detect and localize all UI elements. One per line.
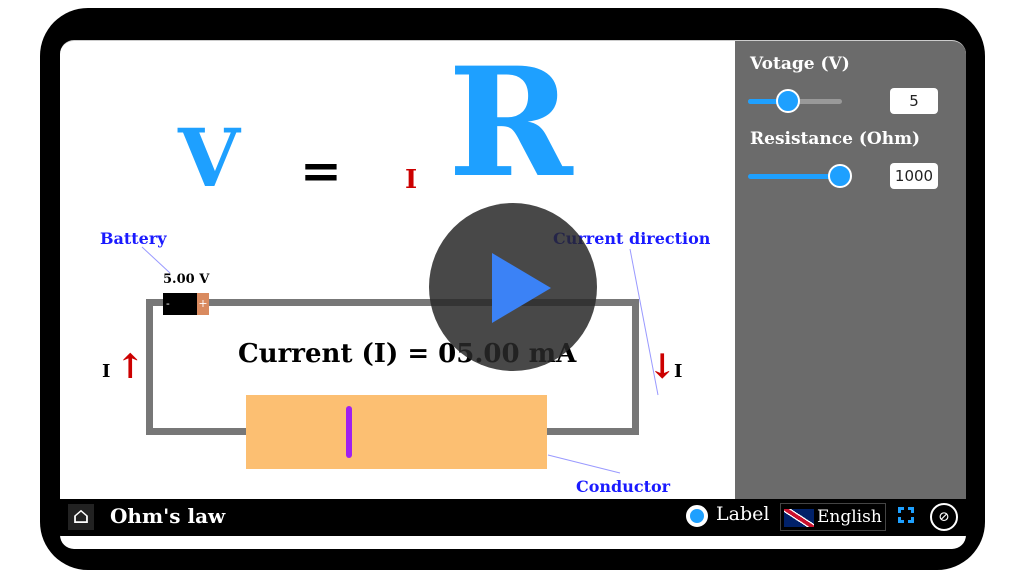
uk-flag-icon — [784, 508, 814, 527]
arrow-down-icon: ↓ — [648, 347, 677, 387]
home-icon[interactable]: ⌂ — [68, 504, 94, 530]
language-label: English — [817, 507, 882, 527]
battery-leader — [141, 246, 171, 274]
voltage-label: Votage (V) — [750, 54, 850, 74]
play-icon — [492, 253, 551, 323]
conductor-label: Conductor — [576, 477, 671, 496]
hide-icon[interactable]: ⊘ — [930, 503, 958, 531]
bottom-bar: ⌂ Ohm's law Label English ⊘ — [60, 499, 966, 536]
current-label-right: I — [674, 361, 683, 382]
resistance-label: Resistance (Ohm) — [750, 129, 921, 149]
resistance-input[interactable]: 1000 — [890, 163, 938, 189]
fullscreen-icon[interactable] — [898, 507, 914, 523]
battery-negative: - — [163, 293, 197, 315]
label-toggle[interactable]: Label — [716, 503, 769, 525]
electron-marker — [346, 406, 352, 458]
battery-positive: + — [197, 293, 209, 315]
battery-voltage: 5.00 V — [163, 272, 210, 287]
voltage-input[interactable]: 5 — [890, 88, 938, 114]
resistance-slider-thumb[interactable] — [828, 164, 852, 188]
wire-left — [146, 299, 153, 435]
current-label-left: I — [102, 361, 111, 382]
control-panel: Votage (V) 5 Resistance (Ohm) 1000 — [735, 41, 966, 499]
resistance-slider[interactable] — [748, 164, 852, 188]
app-title: Ohm's law — [110, 504, 226, 528]
language-select[interactable]: English — [780, 503, 886, 531]
arrow-up-icon: ↑ — [116, 347, 145, 387]
play-button[interactable] — [429, 203, 597, 371]
conductor-leader — [547, 454, 621, 474]
label-radio-icon[interactable] — [686, 505, 708, 527]
conductor — [246, 395, 547, 469]
voltage-slider-thumb[interactable] — [776, 89, 800, 113]
voltage-slider[interactable] — [748, 89, 842, 113]
wire-right — [632, 299, 639, 435]
